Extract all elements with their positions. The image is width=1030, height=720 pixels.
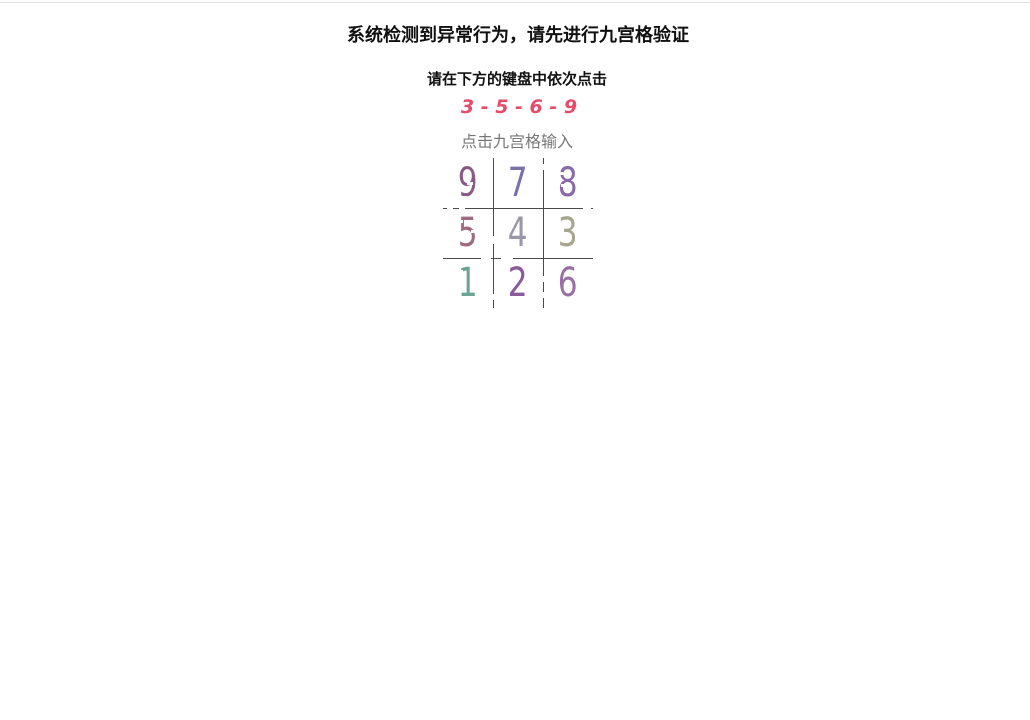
noise-stroke [542,164,545,170]
noise-stroke [542,292,545,298]
noise-stroke [542,276,545,282]
noise-stroke [459,270,463,273]
keypad-key[interactable]: 7 [493,158,543,208]
key-digit: 8 [558,160,578,206]
key-digit: 4 [508,210,528,256]
keypad-key[interactable]: 8 [543,158,593,208]
keypad-hint: 点击九宫格输入 [460,132,573,151]
noise-stroke [503,262,513,265]
grid-line [443,208,593,209]
keypad-key[interactable]: 5 [443,208,493,258]
key-digit: 3 [558,210,578,256]
noise-stroke [447,206,453,210]
noise-stroke [457,196,467,199]
noise-stroke [471,230,483,233]
click-sequence: 3 - 5 - 6 - 9 [460,96,578,118]
noise-stroke [492,294,495,300]
grid-line [443,258,593,259]
instruction-text: 请在下方的键盘中依次点击 [426,70,607,88]
key-digit: 5 [458,210,478,256]
keypad-key[interactable]: 3 [543,208,593,258]
noise-stroke [492,236,495,244]
key-digit: 7 [508,160,528,206]
keypad-key[interactable]: 1 [443,258,493,308]
captcha-keypad: 9 7 8 5 4 3 1 2 6 [443,158,593,308]
noise-stroke [583,206,591,210]
noise-stroke [561,184,569,187]
noise-stroke [481,256,491,260]
noise-stroke [451,220,463,223]
key-digit: 1 [458,260,478,306]
noise-stroke [511,298,519,301]
noise-stroke [467,182,473,185]
noise-stroke [459,206,465,210]
keypad-key[interactable]: 4 [493,208,543,258]
noise-stroke [501,256,513,260]
grid-line [543,158,544,308]
page-title: 系统检测到异常行为，请先进行九宫格验证 [347,25,689,46]
noise-stroke [559,172,569,175]
top-divider [0,2,1030,3]
grid-line [493,158,494,308]
key-digit: 6 [558,260,578,306]
keypad-key[interactable]: 6 [543,258,593,308]
